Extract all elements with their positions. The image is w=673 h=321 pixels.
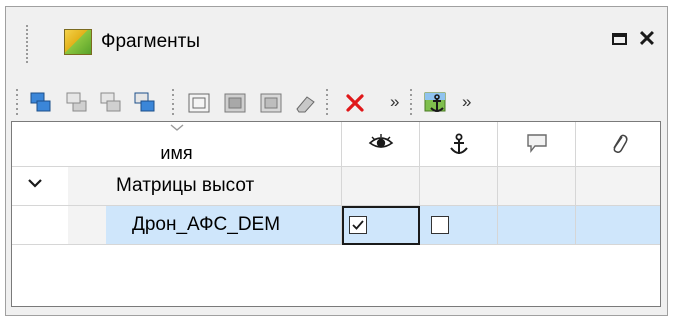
row-name-label: Дрон_АФС_DEM <box>132 214 281 235</box>
column-header-anchor[interactable] <box>420 122 498 167</box>
row-anchor-cell[interactable] <box>420 206 498 245</box>
toolbar-separator <box>410 89 413 115</box>
send-to-back-button[interactable] <box>64 90 90 116</box>
row-visible-cell[interactable] <box>342 206 420 245</box>
toolbar-separator <box>326 89 329 115</box>
fragments-map-icon <box>64 29 92 55</box>
panel-title-bar[interactable]: Фрагменты ✕ <box>6 7 667 83</box>
texture-icon <box>260 93 282 113</box>
group-row-attachment-cell <box>576 167 660 206</box>
maximize-icon <box>611 33 627 45</box>
delete-button[interactable] <box>342 90 368 116</box>
move-forward-button[interactable] <box>132 90 158 116</box>
column-header-attachment[interactable] <box>576 122 660 167</box>
group-row-name-cell[interactable]: Матрицы высот <box>68 167 342 206</box>
fragments-grid: имя Матрицы высот Дрон_АФС_DEM <box>11 121 661 307</box>
column-header-visible[interactable] <box>342 122 420 167</box>
speech-bubble-icon <box>526 134 547 153</box>
move-backward-button[interactable] <box>98 90 124 116</box>
column-header-name-label: имя <box>160 143 193 163</box>
send-to-back-icon <box>66 92 87 112</box>
move-forward-icon <box>134 92 155 112</box>
toolbar: » » <box>6 85 667 119</box>
group-expander-cell[interactable] <box>12 167 68 206</box>
toolbar-grip-handle[interactable] <box>16 89 19 115</box>
bring-to-front-icon <box>30 92 51 112</box>
delete-x-icon <box>346 94 364 112</box>
paperclip-icon <box>612 134 628 153</box>
item-indent-spacer <box>12 206 68 245</box>
item-indent-spacer <box>68 206 106 245</box>
outline-polygon-icon <box>188 93 210 113</box>
move-backward-icon <box>100 92 121 112</box>
fragments-panel: Фрагменты ✕ » » имя Матрицы высот Дрон_А… <box>5 6 668 316</box>
group-row-visible-cell <box>342 167 420 206</box>
sort-caret-icon <box>170 124 183 131</box>
visible-checkbox[interactable] <box>349 216 367 234</box>
row-attachment-cell[interactable] <box>576 206 660 245</box>
close-icon: ✕ <box>637 26 657 51</box>
anchor-checkbox[interactable] <box>431 216 449 234</box>
bring-to-front-button[interactable] <box>28 90 54 116</box>
eye-icon <box>368 134 393 148</box>
panel-title: Фрагменты <box>101 31 200 52</box>
title-grip-handle[interactable] <box>26 25 29 63</box>
close-button[interactable]: ✕ <box>636 28 658 50</box>
row-comment-cell[interactable] <box>498 206 576 245</box>
checkmark-icon <box>352 220 364 230</box>
anchor-icon <box>449 133 468 154</box>
toolbar-separator <box>172 89 175 115</box>
column-header-name[interactable]: имя <box>12 122 342 167</box>
toolbar-overflow-chevron[interactable]: » <box>462 92 471 112</box>
eraser-icon <box>296 96 315 113</box>
outline-tool-button[interactable] <box>186 90 212 116</box>
anchor-map-button[interactable] <box>424 90 450 116</box>
fill-pattern-icon <box>224 93 246 113</box>
table-row-name-cell[interactable]: Дрон_АФС_DEM <box>106 206 342 245</box>
group-row-label: Матрицы высот <box>116 175 255 196</box>
eraser-tool-button[interactable] <box>292 90 318 116</box>
column-header-comment[interactable] <box>498 122 576 167</box>
texture-tool-button[interactable] <box>258 90 284 116</box>
fill-tool-button[interactable] <box>222 90 248 116</box>
group-row-anchor-cell <box>420 167 498 206</box>
chevron-down-icon <box>28 179 42 188</box>
anchor-map-icon <box>424 92 446 112</box>
maximize-button[interactable] <box>608 28 630 50</box>
group-row-comment-cell <box>498 167 576 206</box>
toolbar-overflow-chevron[interactable]: » <box>390 92 399 112</box>
